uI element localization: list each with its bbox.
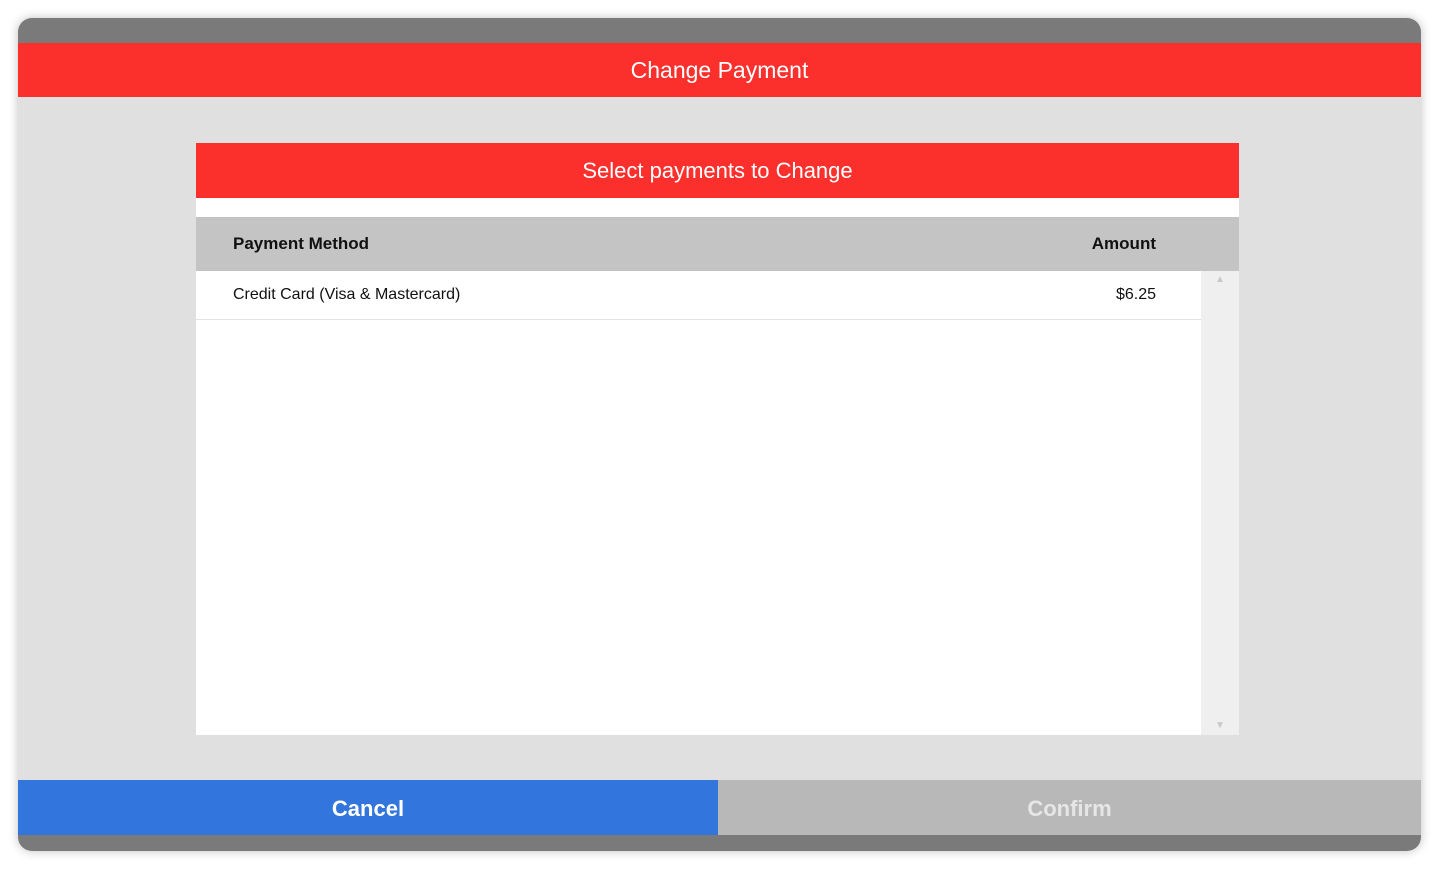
chevron-down-icon[interactable]: ▼ [1201, 717, 1239, 735]
dialog-footer: Cancel Confirm [18, 780, 1421, 835]
chevron-up-icon[interactable]: ▲ [1201, 271, 1239, 289]
column-header-payment-method: Payment Method [233, 234, 370, 253]
column-header-amount: Amount [1091, 234, 1156, 253]
top-frame-strip [18, 18, 1421, 43]
amount-cell: $6.25 [1115, 286, 1156, 303]
table-header: Payment Method Amount [196, 217, 1239, 271]
payment-method-cell: Credit Card (Visa & Mastercard) [233, 286, 461, 303]
panel-header: Select payments to Change [196, 143, 1239, 198]
table-scrollbar[interactable]: ▲ ▼ [1201, 271, 1239, 735]
cancel-button[interactable]: Cancel [18, 780, 718, 835]
change-payment-dialog: Change Payment Select payments to Change… [18, 18, 1421, 851]
confirm-button[interactable]: Confirm [718, 780, 1421, 835]
table-body: Credit Card (Visa & Mastercard) $6.25 [196, 271, 1201, 735]
table-row[interactable]: Credit Card (Visa & Mastercard) $6.25 [196, 271, 1201, 320]
bottom-frame-strip [18, 835, 1421, 851]
dialog-title: Change Payment [18, 43, 1421, 97]
payments-panel: Select payments to Change Payment Method… [196, 143, 1239, 735]
